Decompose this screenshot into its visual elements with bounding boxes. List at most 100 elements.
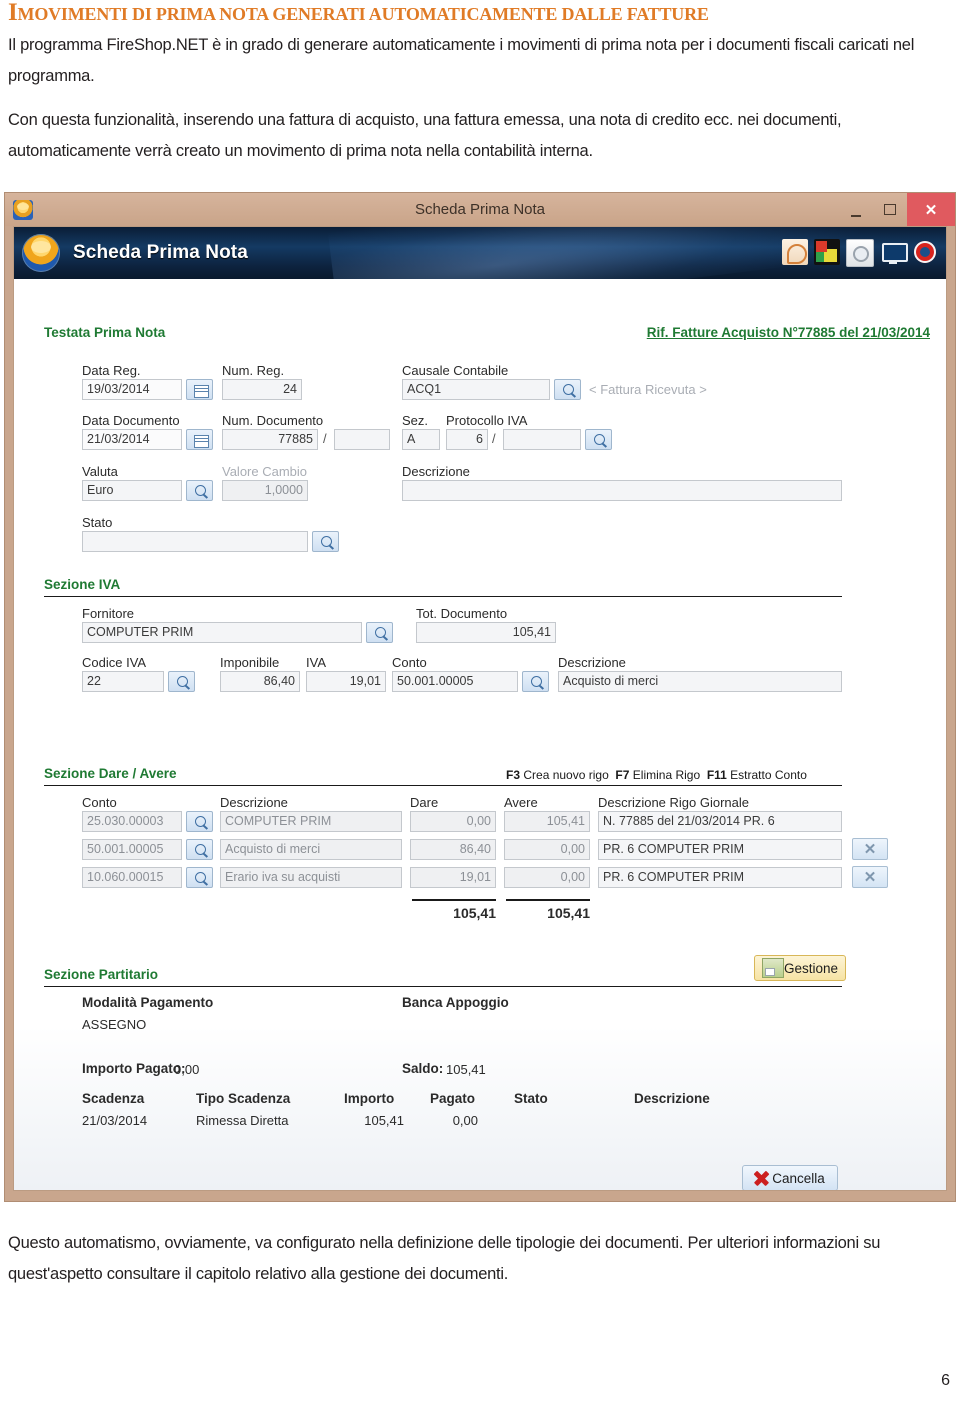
search-icon xyxy=(195,844,206,855)
row3-dare: 19,01 xyxy=(410,867,496,888)
descrizione-testata-input[interactable] xyxy=(402,480,842,501)
stato-input[interactable] xyxy=(82,531,308,552)
intro-paragraph: Il programma FireShop.NET è in grado di … xyxy=(8,36,915,85)
fornitore-input[interactable]: COMPUTER PRIM xyxy=(82,622,362,643)
avere-total-rule xyxy=(506,899,590,901)
causale-contabile-search-button[interactable] xyxy=(554,379,581,400)
row3-descrizione: Erario iva su acquisti xyxy=(220,867,402,888)
fornitore-search-button[interactable] xyxy=(366,622,393,643)
gestione-button-label: Gestione xyxy=(784,960,839,976)
row2-delete-button[interactable] xyxy=(852,838,888,860)
protocollo-iva-search-button[interactable] xyxy=(585,429,612,450)
page-title: IMOVIMENTI DI PRIMA NOTA GENERATI AUTOMA… xyxy=(8,0,952,26)
search-icon xyxy=(321,536,332,547)
label-valore-cambio: Valore Cambio xyxy=(222,464,308,479)
num-reg-input[interactable]: 24 xyxy=(222,379,302,400)
page-title-dropcap: I xyxy=(8,0,18,26)
label-tot-documento: Tot. Documento xyxy=(416,606,508,621)
closing-paragraph: Questo automatismo, ovviamente, va confi… xyxy=(8,1234,881,1283)
window-titlebar: Scheda Prima Nota ✕ xyxy=(5,193,955,226)
data-documento-input[interactable]: 21/03/2014 xyxy=(82,429,182,450)
label-protocollo-iva: Protocollo IVA xyxy=(446,413,528,428)
row2-rigo-giornale[interactable]: PR. 6 COMPUTER PRIM xyxy=(598,839,842,860)
sez-input[interactable]: A xyxy=(402,429,440,450)
causale-contabile-input[interactable]: ACQ1 xyxy=(402,379,550,400)
search-icon xyxy=(195,872,206,883)
col-descrizione-partitario: Descrizione xyxy=(634,1091,710,1106)
codice-iva-search-button[interactable] xyxy=(168,671,195,692)
disc-icon[interactable] xyxy=(846,239,874,267)
label-banca-appoggio: Banca Appoggio xyxy=(402,995,509,1010)
row3-conto-search-button[interactable] xyxy=(186,867,213,888)
gestione-icon xyxy=(762,958,784,978)
protocollo-slash: / xyxy=(492,431,496,446)
iva-section-title: Sezione IVA xyxy=(44,577,121,592)
protocollo-iva-suffix-input[interactable] xyxy=(503,429,581,450)
tot-documento-input[interactable]: 105,41 xyxy=(416,622,556,643)
label-codice-iva: Codice IVA xyxy=(82,655,147,670)
valuta-input[interactable]: Euro xyxy=(82,480,182,501)
iva-input[interactable]: 19,01 xyxy=(306,671,386,692)
label-descrizione-iva: Descrizione xyxy=(558,655,626,670)
app-banner: Scheda Prima Nota xyxy=(14,227,946,279)
row1-conto-search-button[interactable] xyxy=(186,811,213,832)
col-dare: Dare xyxy=(410,795,439,810)
key-f11: F11 xyxy=(706,768,727,782)
conto-iva-input[interactable]: 50.001.00005 xyxy=(392,671,518,692)
col-descrizione-rigo: Descrizione Rigo Giornale xyxy=(598,795,750,810)
partitario-row1-scadenza: 21/03/2014 xyxy=(82,1113,148,1128)
feature-paragraph: Con questa funzionalità, inserendo una f… xyxy=(8,111,842,160)
label-modalita-pagamento: Modalità Pagamento xyxy=(82,995,214,1010)
protocollo-iva-input[interactable]: 6 xyxy=(446,429,488,450)
descrizione-iva-input[interactable]: Acquisto di merci xyxy=(558,671,842,692)
gestione-button[interactable]: Gestione xyxy=(754,955,846,981)
num-documento-input[interactable]: 77885 xyxy=(222,429,318,450)
partitario-section-title: Sezione Partitario xyxy=(44,967,159,982)
dare-avere-section-rule xyxy=(44,785,842,786)
testata-section-title: Testata Prima Nota xyxy=(44,325,166,340)
codice-iva-input[interactable]: 22 xyxy=(82,671,164,692)
dare-total-rule xyxy=(412,899,496,901)
row3-rigo-giornale[interactable]: PR. 6 COMPUTER PRIM xyxy=(598,867,842,888)
key-f3: F3 xyxy=(506,768,521,782)
col-conto: Conto xyxy=(82,795,117,810)
row1-conto: 25.030.00003 xyxy=(82,811,182,832)
key-icon[interactable] xyxy=(782,239,808,265)
label-imponibile: Imponibile xyxy=(220,655,280,670)
search-icon xyxy=(531,676,542,687)
num-documento-suffix-input[interactable] xyxy=(334,429,390,450)
avere-total: 105,41 xyxy=(547,905,590,921)
row3-delete-button[interactable] xyxy=(852,866,888,888)
key-f3-text: Crea nuovo rigo xyxy=(523,768,609,782)
col-scadenza: Scadenza xyxy=(82,1091,145,1106)
cancella-button[interactable]: Cancella xyxy=(742,1165,838,1190)
label-data-documento: Data Documento xyxy=(82,413,180,428)
data-reg-calendar-button[interactable] xyxy=(186,379,213,400)
data-reg-input[interactable]: 19/03/2014 xyxy=(82,379,182,400)
banner-logo-icon xyxy=(22,234,60,272)
calendar-icon xyxy=(194,435,209,448)
app-window: Scheda Prima Nota ✕ Scheda Prima Nota Te… xyxy=(4,192,956,1202)
banner-toolbar xyxy=(782,239,938,267)
search-icon xyxy=(563,384,574,395)
form-body: Testata Prima Nota Rif. Fatture Acquisto… xyxy=(14,279,946,1190)
valuta-search-button[interactable] xyxy=(186,480,213,501)
lifebuoy-icon[interactable] xyxy=(912,239,938,265)
color-swatch-icon[interactable] xyxy=(814,239,840,265)
label-num-documento: Num. Documento xyxy=(222,413,324,428)
monitor-icon[interactable] xyxy=(880,239,908,265)
label-valuta: Valuta xyxy=(82,464,118,479)
conto-iva-search-button[interactable] xyxy=(522,671,549,692)
stato-search-button[interactable] xyxy=(312,531,339,552)
search-icon xyxy=(594,434,605,445)
row1-rigo-giornale[interactable]: N. 77885 del 21/03/2014 PR. 6 xyxy=(598,811,842,832)
imponibile-input[interactable]: 86,40 xyxy=(220,671,300,692)
calendar-icon xyxy=(194,385,209,398)
label-sez: Sez. xyxy=(402,413,429,428)
data-documento-calendar-button[interactable] xyxy=(186,429,213,450)
rif-fattura-link[interactable]: Rif. Fatture Acquisto N°77885 del 21/03/… xyxy=(647,325,930,340)
partitario-row1-tipo: Rimessa Diretta xyxy=(196,1113,289,1128)
row2-conto: 50.001.00005 xyxy=(82,839,182,860)
page-number: 6 xyxy=(941,1372,950,1389)
row2-conto-search-button[interactable] xyxy=(186,839,213,860)
